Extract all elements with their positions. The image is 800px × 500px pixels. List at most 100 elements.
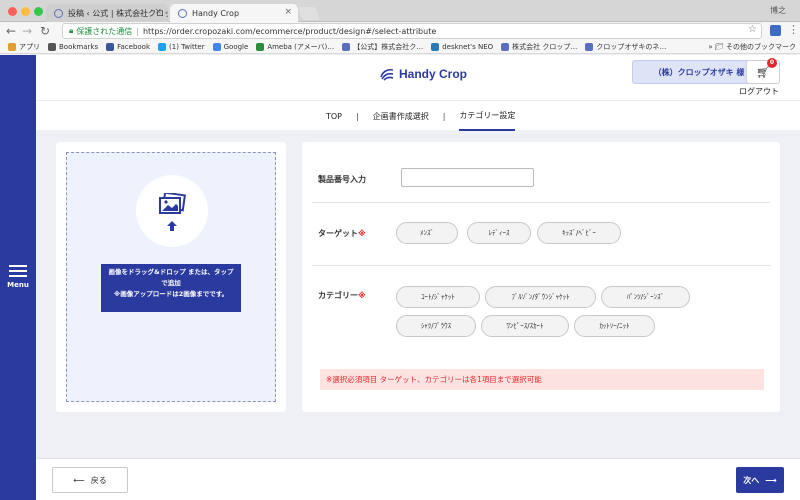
browser-tab-bar: 投稿 ‹ 公式 | 株式会社クロップ… × Handy Crop × 博之 <box>0 0 800 22</box>
bookmark-label: クロップオザキのネ… <box>596 42 667 51</box>
bookmark-item[interactable]: Google <box>212 42 249 51</box>
url-separator: | <box>136 26 139 36</box>
breadcrumb-separator: | <box>442 111 446 121</box>
star-icon <box>48 42 56 51</box>
zoom-window-button[interactable] <box>34 7 43 16</box>
handy-crop-logo[interactable]: Handy Crop <box>379 67 467 81</box>
bookmark-item[interactable]: Ameba (アメーバ)… <box>256 42 334 52</box>
bookmark-item[interactable]: desknet's NEO <box>431 42 494 51</box>
breadcrumb-top[interactable]: TOP <box>326 104 342 129</box>
bookmark-item[interactable]: 【公式】株式会社ク… <box>342 42 423 52</box>
breadcrumb-plan-select[interactable]: 企画書作成選択 <box>373 103 429 130</box>
bookmark-label: Bookmarks <box>59 42 99 51</box>
browser-tab-1[interactable]: 投稿 ‹ 公式 | 株式会社クロップ… × <box>46 4 168 22</box>
required-mark: ※ <box>358 229 366 238</box>
cart-button[interactable]: 🛒︎ 0 <box>746 58 780 84</box>
category-option-shirt-blouse[interactable]: ｼｬﾂ/ﾌﾞﾗｳｽ <box>396 315 476 337</box>
dropzone-instructions: 画像をドラッグ&ドロップ または、タップ で追加 ※画像アップロードは2画像まで… <box>101 264 241 312</box>
new-tab-button[interactable] <box>297 7 321 20</box>
lock-icon: 🔒︎ <box>69 26 74 35</box>
next-button-label: 次へ <box>743 475 760 485</box>
bookmark-label: 株式会社 クロップ… <box>512 42 578 51</box>
hamburger-menu-icon[interactable] <box>9 265 27 280</box>
required-notice: ※選択必須項目 ターゲット、カテゴリーは各1項目まで選択可能 <box>320 369 764 390</box>
browser-toolbar: ← → ↻ 🔒︎ 保護された通信 | https://order.cropoza… <box>0 22 800 40</box>
category-option-pants-jeans[interactable]: ﾊﾟﾝﾂ/ｼﾞｰﾝｽﾞ <box>601 286 690 308</box>
breadcrumb-category-setting: カテゴリー設定 <box>459 102 516 131</box>
site-icon <box>585 42 594 51</box>
bookmark-label: desknet's NEO <box>442 42 494 51</box>
bookmark-star-icon[interactable]: ☆ <box>748 24 757 35</box>
next-button[interactable]: 次へ ⟶ <box>736 467 784 493</box>
tab-title: Handy Crop <box>192 8 240 18</box>
url-text: https://order.cropozaki.com/ecommerce/pr… <box>142 26 437 36</box>
bookmark-label: (1) Twitter <box>169 42 205 51</box>
browser-menu-icon[interactable]: ⋮ <box>788 23 799 36</box>
menu-label[interactable]: Menu <box>0 281 36 289</box>
back-arrow-icon: ⟵ <box>73 475 85 485</box>
handy-crop-logo-icon <box>380 68 394 81</box>
logo-text: Handy Crop <box>399 67 468 81</box>
logout-link[interactable]: ログアウト <box>739 86 779 97</box>
image-upload-card: 画像をドラッグ&ドロップ または、タップ で追加 ※画像アップロードは2画像まで… <box>56 142 286 412</box>
facebook-icon <box>106 42 115 51</box>
site-icon <box>501 42 510 51</box>
product-number-input[interactable] <box>401 168 534 187</box>
reload-icon[interactable]: ↻ <box>38 24 52 38</box>
apps-grid-icon <box>8 42 16 51</box>
required-mark: ※ <box>358 291 366 300</box>
bookmark-item[interactable]: Bookmarks <box>48 42 99 51</box>
dropzone-text-line2: で追加 <box>161 279 181 287</box>
target-option-ladies[interactable]: ﾚﾃﾞｨｰｽ <box>467 222 531 244</box>
cart-icon: 🛒︎ <box>756 66 770 79</box>
dropzone-text-line1: 画像をドラッグ&ドロップ または、タップ <box>108 268 234 276</box>
image-dropzone[interactable]: 画像をドラッグ&ドロップ または、タップ で追加 ※画像アップロードは2画像まで… <box>66 152 276 402</box>
secure-label: 保護された通信 <box>76 26 133 36</box>
other-bookmarks-label: その他のブックマーク <box>726 43 796 51</box>
bookmark-label: Ameba (アメーバ)… <box>267 42 335 51</box>
bookmark-item[interactable]: Facebook <box>106 42 150 51</box>
browser-tab-2[interactable]: Handy Crop × <box>170 4 298 22</box>
close-tab-icon[interactable]: × <box>284 7 292 17</box>
bookmark-item[interactable]: クロップオザキのネ… <box>585 42 666 52</box>
desknets-icon <box>431 42 440 51</box>
tab-title: 投稿 ‹ 公式 | 株式会社クロップ… <box>68 8 168 18</box>
back-button[interactable]: ⟵ 戻る <box>52 467 128 493</box>
bookmark-label: 【公式】株式会社ク… <box>353 42 424 51</box>
bookmark-item[interactable]: アプリ <box>8 42 40 52</box>
photo-icon <box>159 193 186 214</box>
browser-user-name[interactable]: 博之 <box>770 5 786 16</box>
back-arrow-icon[interactable]: ← <box>4 24 18 38</box>
other-bookmarks-folder[interactable]: » 📁︎ その他のブックマーク <box>708 42 796 52</box>
ameba-icon <box>256 42 265 51</box>
close-tab-icon[interactable]: × <box>154 7 162 17</box>
address-bar[interactable]: 🔒︎ 保護された通信 | https://order.cropozaki.com… <box>62 23 762 39</box>
app-header: Handy Crop （株）クロップオザキ 様 🛒︎ 0 ログアウト <box>36 55 800 100</box>
category-label: カテゴリー※ <box>318 291 366 300</box>
close-window-button[interactable] <box>8 7 17 16</box>
breadcrumb-separator: | <box>356 111 359 121</box>
minimize-window-button[interactable] <box>21 7 30 16</box>
category-option-onepiece-skirt[interactable]: ﾜﾝﾋﾟｰｽ/ｽｶｰﾄ <box>481 315 569 337</box>
handy-crop-favicon-icon <box>178 9 187 18</box>
site-favicon-icon <box>54 9 63 18</box>
target-option-mens[interactable]: ﾒﾝｽﾞ <box>396 222 458 244</box>
bookmarks-bar: アプリ Bookmarks Facebook (1) Twitter Google Ame… <box>0 40 800 54</box>
next-arrow-icon: ⟶ <box>765 475 777 485</box>
extension-icon[interactable] <box>770 25 781 36</box>
forward-arrow-icon[interactable]: → <box>20 24 34 38</box>
upload-arrow-icon <box>167 221 177 231</box>
category-option-coat-jacket[interactable]: ｺｰﾄ/ｼﾞｬｹｯﾄ <box>396 286 480 308</box>
target-label: ターゲット※ <box>318 229 366 238</box>
bookmark-item[interactable]: (1) Twitter <box>158 42 205 51</box>
bookmark-label: Google <box>223 42 249 51</box>
divider <box>312 202 770 203</box>
category-option-blouson-down[interactable]: ﾌﾞﾙｿﾞﾝ/ﾀﾞｳﾝｼﾞｬｹｯﾄ <box>485 286 596 308</box>
cart-count-badge: 0 <box>767 58 777 68</box>
breadcrumb: TOP | 企画書作成選択 | カテゴリー設定 <box>326 101 516 131</box>
target-option-kids-baby[interactable]: ｷｯｽﾞ/ﾍﾞﾋﾞｰ <box>537 222 621 244</box>
bookmark-item[interactable]: 株式会社 クロップ… <box>501 42 577 52</box>
upload-button[interactable] <box>136 175 208 247</box>
dropzone-text-line3: ※画像アップロードは2画像までです。 <box>113 290 229 298</box>
category-option-cutsew-knit[interactable]: ｶｯﾄｿｰ/ﾆｯﾄ <box>574 315 655 337</box>
